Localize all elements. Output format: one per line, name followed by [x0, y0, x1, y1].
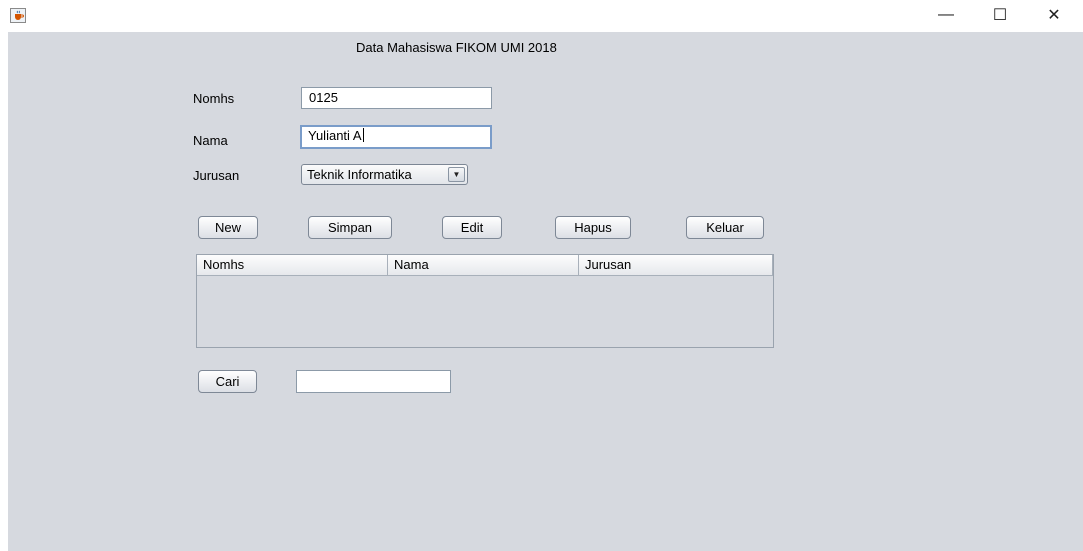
search-input[interactable]: [296, 370, 451, 393]
nomhs-label: Nomhs: [193, 91, 235, 106]
jurusan-label: Jurusan: [193, 168, 240, 183]
text-caret: [362, 128, 364, 142]
close-button[interactable]: ✕: [1036, 0, 1072, 30]
new-button[interactable]: New: [198, 216, 258, 239]
maximize-button[interactable]: ☐: [982, 0, 1018, 30]
title-bar: — ☐ ✕: [0, 0, 1083, 32]
keluar-button[interactable]: Keluar: [686, 216, 764, 239]
column-header-jurusan[interactable]: Jurusan: [579, 255, 773, 275]
maximize-icon: ☐: [992, 7, 1008, 24]
simpan-button[interactable]: Simpan: [308, 216, 392, 239]
data-table[interactable]: Nomhs Nama Jurusan: [196, 254, 774, 348]
nomhs-input[interactable]: 0125: [301, 87, 492, 109]
hapus-button[interactable]: Hapus: [555, 216, 631, 239]
column-header-nama[interactable]: Nama: [388, 255, 579, 275]
minimize-icon: —: [938, 6, 954, 23]
close-icon: ✕: [1047, 7, 1061, 24]
java-cup-icon: [10, 8, 26, 23]
main-panel: Data Mahasiswa FIKOM UMI 2018 Nomhs 0125…: [8, 32, 1083, 551]
chevron-down-icon[interactable]: ▼: [448, 167, 465, 182]
column-header-nomhs[interactable]: Nomhs: [197, 255, 388, 275]
nama-label: Nama: [193, 133, 228, 148]
nama-input[interactable]: Yulianti A: [300, 125, 492, 149]
edit-button[interactable]: Edit: [442, 216, 502, 239]
form-title: Data Mahasiswa FIKOM UMI 2018: [356, 40, 557, 55]
nama-input-value: Yulianti A: [308, 128, 362, 143]
nomhs-input-value: 0125: [309, 90, 338, 105]
jurusan-select-value: Teknik Informatika: [307, 167, 412, 182]
minimize-button[interactable]: —: [928, 0, 964, 30]
jurusan-select[interactable]: Teknik Informatika ▼: [301, 164, 468, 185]
cari-button[interactable]: Cari: [198, 370, 257, 393]
table-header: Nomhs Nama Jurusan: [197, 255, 773, 276]
